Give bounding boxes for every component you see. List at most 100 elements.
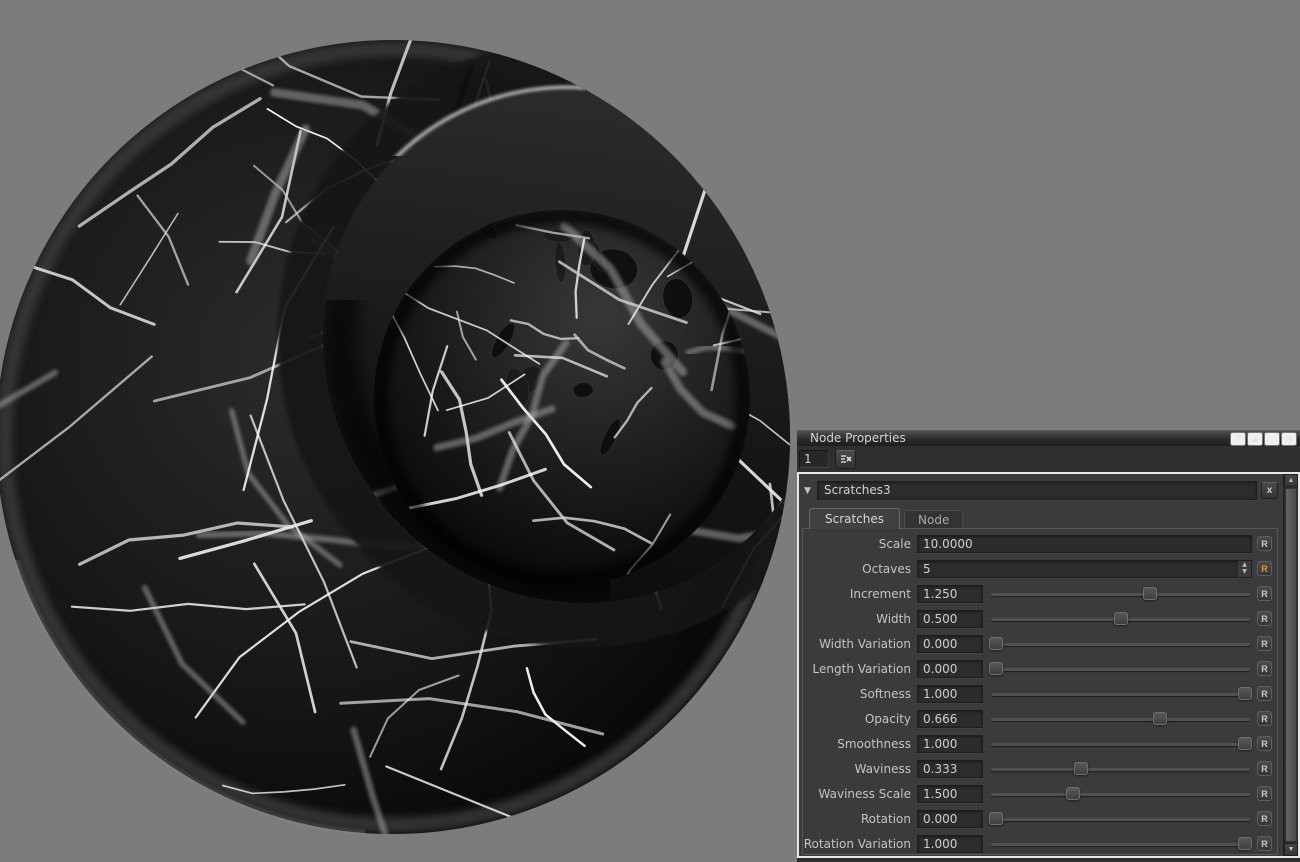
slider-handle[interactable] (1143, 586, 1158, 600)
param-label: Rotation Variation (803, 836, 911, 851)
node-name-field[interactable]: Scratches3 (817, 481, 1257, 500)
param-slider[interactable] (989, 686, 1252, 702)
slider-handle[interactable] (1238, 836, 1252, 850)
node-properties-panel: Node Properties ? ▲ × 1 ▼ Scratches3 x S… (797, 430, 1300, 862)
node-header: ▼ Scratches3 x (802, 480, 1278, 501)
param-row: Width Variation 0.000 R (803, 631, 1272, 656)
slider-track[interactable] (991, 767, 1250, 771)
param-row: Waviness 0.333 R (803, 756, 1272, 781)
param-value-field[interactable]: 0.000 (917, 634, 983, 653)
reset-button[interactable]: R (1257, 561, 1272, 576)
param-row: Scale 10.0000 R (803, 531, 1272, 556)
slider-track[interactable] (991, 817, 1250, 821)
reset-button[interactable]: R (1257, 586, 1272, 601)
scrollbar-thumb[interactable] (1285, 488, 1297, 842)
param-slider[interactable] (989, 711, 1252, 727)
slider-handle[interactable] (1113, 611, 1128, 625)
param-slider[interactable] (989, 611, 1252, 627)
param-value-field[interactable]: 1.000 (917, 734, 983, 753)
param-label: Octaves (862, 561, 911, 576)
max-panels-input[interactable]: 1 (799, 450, 829, 468)
shade-icon[interactable]: ▲ (1247, 431, 1263, 446)
param-row: Octaves 5 ▲ ▼ R (803, 556, 1272, 581)
spinner-arrows-icon[interactable]: ▲ ▼ (1237, 560, 1251, 577)
panel-titlebar[interactable]: Node Properties ? ▲ × (797, 430, 1300, 446)
float-icon[interactable] (1264, 431, 1280, 446)
param-value-field[interactable]: 5 ▲ ▼ (917, 559, 1252, 578)
param-row: Rotation 0.000 R (803, 806, 1272, 831)
reset-button[interactable]: R (1257, 736, 1272, 751)
param-value-field[interactable]: 1.250 (917, 584, 983, 603)
reset-button[interactable]: R (1257, 811, 1272, 826)
reset-button[interactable]: R (1257, 836, 1272, 851)
param-row: Smoothness 1.000 R (803, 731, 1272, 756)
reset-button[interactable]: R (1257, 761, 1272, 776)
slider-handle[interactable] (989, 661, 1003, 675)
properties-content: ▼ Scratches3 x Scratches Node Scale 10.000… (797, 472, 1300, 858)
param-row: Length Variation 0.000 R (803, 656, 1272, 681)
param-slider[interactable] (989, 761, 1252, 777)
param-slider[interactable] (989, 736, 1252, 752)
panel-title: Node Properties (810, 431, 906, 445)
scroll-down-icon[interactable]: ▼ (1284, 843, 1298, 856)
reset-button[interactable]: R (1257, 786, 1272, 801)
slider-handle[interactable] (989, 811, 1003, 825)
slider-track[interactable] (991, 642, 1250, 646)
scrollbar[interactable]: ▲ ▼ (1283, 474, 1298, 856)
param-value-field[interactable]: 0.666 (917, 709, 983, 728)
reset-button[interactable]: R (1257, 636, 1272, 651)
reset-button[interactable]: R (1257, 611, 1272, 626)
slider-track[interactable] (991, 667, 1250, 671)
param-value-field[interactable]: 10.0000 (917, 534, 1252, 553)
param-value-field[interactable]: 0.000 (917, 809, 983, 828)
reset-button[interactable]: R (1257, 711, 1272, 726)
param-value-field[interactable]: 1.000 (917, 834, 983, 853)
param-row: Increment 1.250 R (803, 581, 1272, 606)
slider-track[interactable] (991, 692, 1250, 696)
param-label: Opacity (864, 711, 911, 726)
param-value-field[interactable]: 0.500 (917, 609, 983, 628)
param-slider[interactable] (989, 636, 1252, 652)
scroll-up-icon[interactable]: ▲ (1284, 474, 1298, 487)
param-slider[interactable] (989, 661, 1252, 677)
slider-handle[interactable] (1238, 686, 1252, 700)
param-label: Softness (859, 686, 911, 701)
window-buttons: ? ▲ × (1230, 431, 1297, 446)
slider-track[interactable] (991, 742, 1250, 746)
param-label: Width Variation (819, 636, 911, 651)
tab-node[interactable]: Node (904, 510, 964, 529)
param-slider[interactable] (989, 811, 1252, 827)
param-label: Waviness Scale (818, 786, 911, 801)
reset-button[interactable]: R (1257, 686, 1272, 701)
properties-toolbar: 1 (797, 446, 1300, 472)
node-close-button[interactable]: x (1261, 482, 1278, 499)
collapse-arrow-icon[interactable]: ▼ (802, 486, 813, 496)
slider-track[interactable] (991, 592, 1250, 596)
param-slider[interactable] (989, 836, 1252, 852)
slider-track[interactable] (991, 792, 1250, 796)
param-slider[interactable] (989, 586, 1252, 602)
help-icon[interactable]: ? (1230, 431, 1246, 446)
reset-button[interactable]: R (1257, 536, 1272, 551)
parameters-page: Scale 10.0000 R Octaves 5 ▲ ▼ R Increment 1.250 R W… (802, 528, 1278, 855)
slider-track[interactable] (991, 842, 1250, 846)
slider-handle[interactable] (1073, 761, 1088, 775)
slider-handle[interactable] (1066, 786, 1081, 800)
slider-handle[interactable] (1153, 711, 1168, 725)
tab-scratches[interactable]: Scratches (809, 508, 901, 529)
param-value-field[interactable]: 1.500 (917, 784, 983, 803)
param-slider[interactable] (989, 786, 1252, 802)
clear-panels-icon (840, 455, 852, 463)
param-value-field[interactable]: 1.000 (917, 684, 983, 703)
param-value-field[interactable]: 0.333 (917, 759, 983, 778)
param-value-field[interactable]: 0.000 (917, 659, 983, 678)
reset-button[interactable]: R (1257, 661, 1272, 676)
close-icon[interactable]: × (1281, 431, 1297, 446)
slider-track[interactable] (991, 717, 1250, 721)
slider-handle[interactable] (989, 636, 1003, 650)
slider-handle[interactable] (1238, 736, 1252, 750)
param-label: Smoothness (837, 736, 911, 751)
clear-panels-button[interactable] (835, 449, 856, 469)
param-label: Width (876, 611, 911, 626)
param-label: Increment (849, 586, 911, 601)
